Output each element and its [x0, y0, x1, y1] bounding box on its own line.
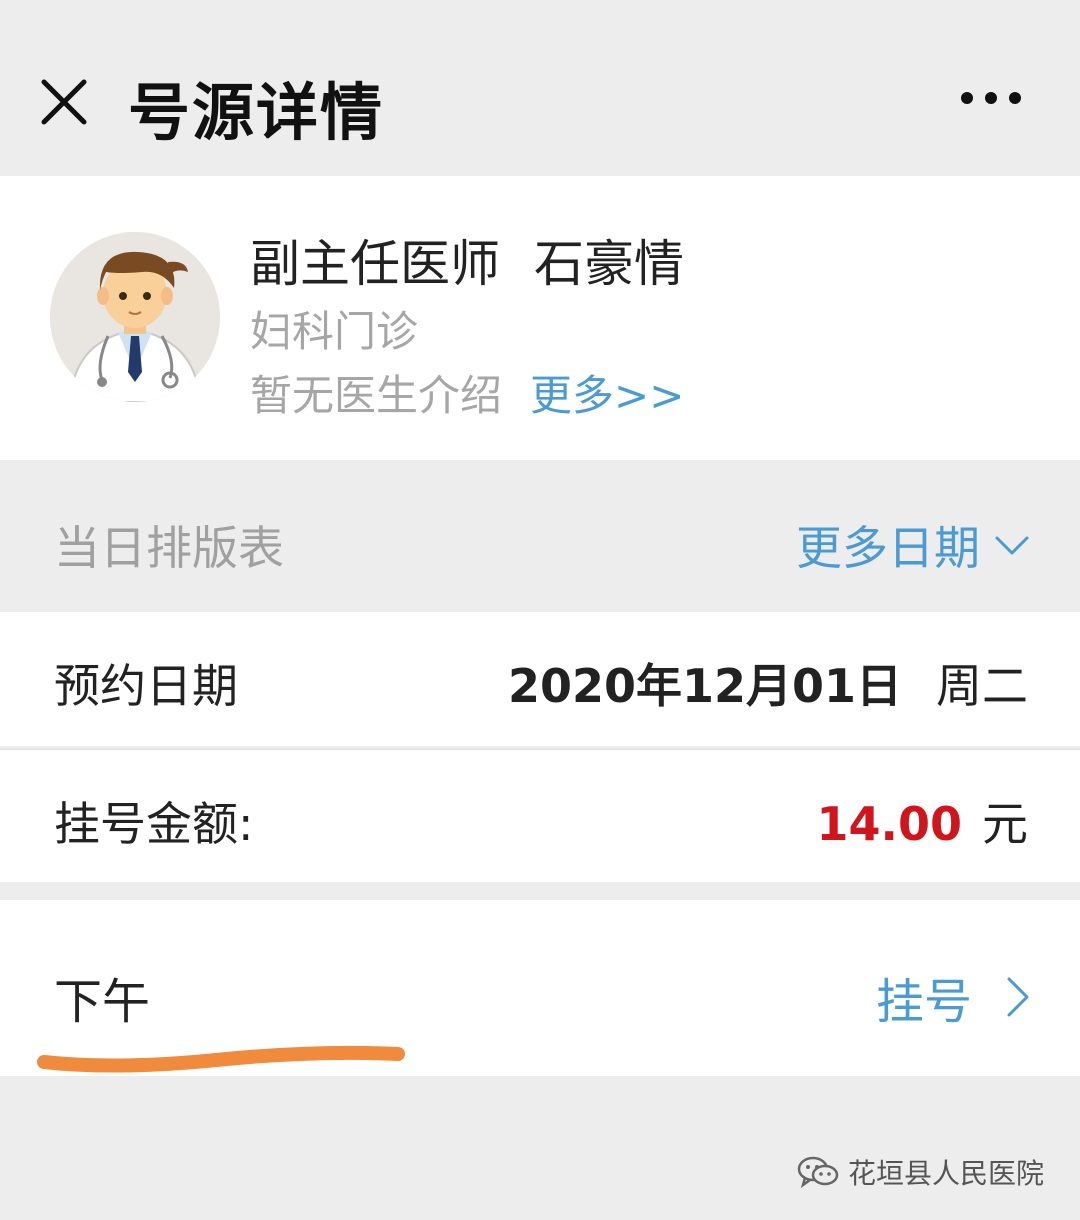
watermark-text: 花垣县人民医院	[847, 1157, 1044, 1190]
wechat-icon	[797, 1156, 839, 1189]
doctor-title-line: 副主任医师 石豪情	[250, 224, 684, 296]
doctor-title: 副主任医师	[250, 235, 500, 293]
chevron-right-icon	[1007, 977, 1029, 1017]
appointment-weekday: 周二	[936, 659, 1028, 713]
more-dots-icon[interactable]	[958, 86, 1024, 110]
doctor-more-link[interactable]: 更多>>	[530, 371, 684, 420]
schedule-header: 当日排版表 更多日期	[0, 460, 1080, 612]
fee-label: 挂号金额:	[54, 797, 254, 851]
fee-amount: 14.00	[816, 797, 962, 851]
more-dates-label: 更多日期	[796, 521, 980, 575]
page-title: 号源详情	[128, 76, 385, 149]
fee-unit: 元	[982, 797, 1028, 851]
doctor-intro: 暂无医生介绍	[250, 371, 503, 420]
appointment-date-row: 预约日期 2020年12月01日 周二	[0, 612, 1080, 746]
fee-value-line: 14.00 元	[816, 788, 1028, 854]
chevron-down-icon	[995, 536, 1029, 555]
watermark: 花垣县人民医院	[796, 1152, 1044, 1192]
fee-row: 挂号金额: 14.00 元	[0, 748, 1080, 882]
doctor-name: 石豪情	[534, 235, 684, 293]
more-dates-button[interactable]: 更多日期	[796, 512, 1030, 578]
register-label: 挂号	[875, 974, 972, 1030]
appointment-date-value-line: 2020年12月01日 周二	[508, 650, 1028, 716]
close-icon[interactable]	[36, 74, 92, 130]
doctor-avatar	[50, 232, 220, 402]
doctor-card: 副主任医师 石豪情 妇科门诊 暂无医生介绍 更多>>	[0, 176, 1080, 460]
doctor-avatar-icon	[50, 232, 220, 402]
doctor-intro-line: 暂无医生介绍 更多>>	[250, 362, 684, 423]
doctor-department: 妇科门诊	[250, 307, 419, 356]
register-button[interactable]: 挂号	[876, 962, 1030, 1032]
highlight-underline	[37, 1045, 405, 1073]
schedule-label: 当日排版表	[54, 521, 284, 575]
appointment-date-value: 2020年12月01日	[507, 659, 902, 713]
session-label: 下午	[54, 974, 151, 1030]
nav-bar: 号源详情	[0, 0, 1080, 175]
appointment-date-label: 预约日期	[54, 659, 238, 713]
